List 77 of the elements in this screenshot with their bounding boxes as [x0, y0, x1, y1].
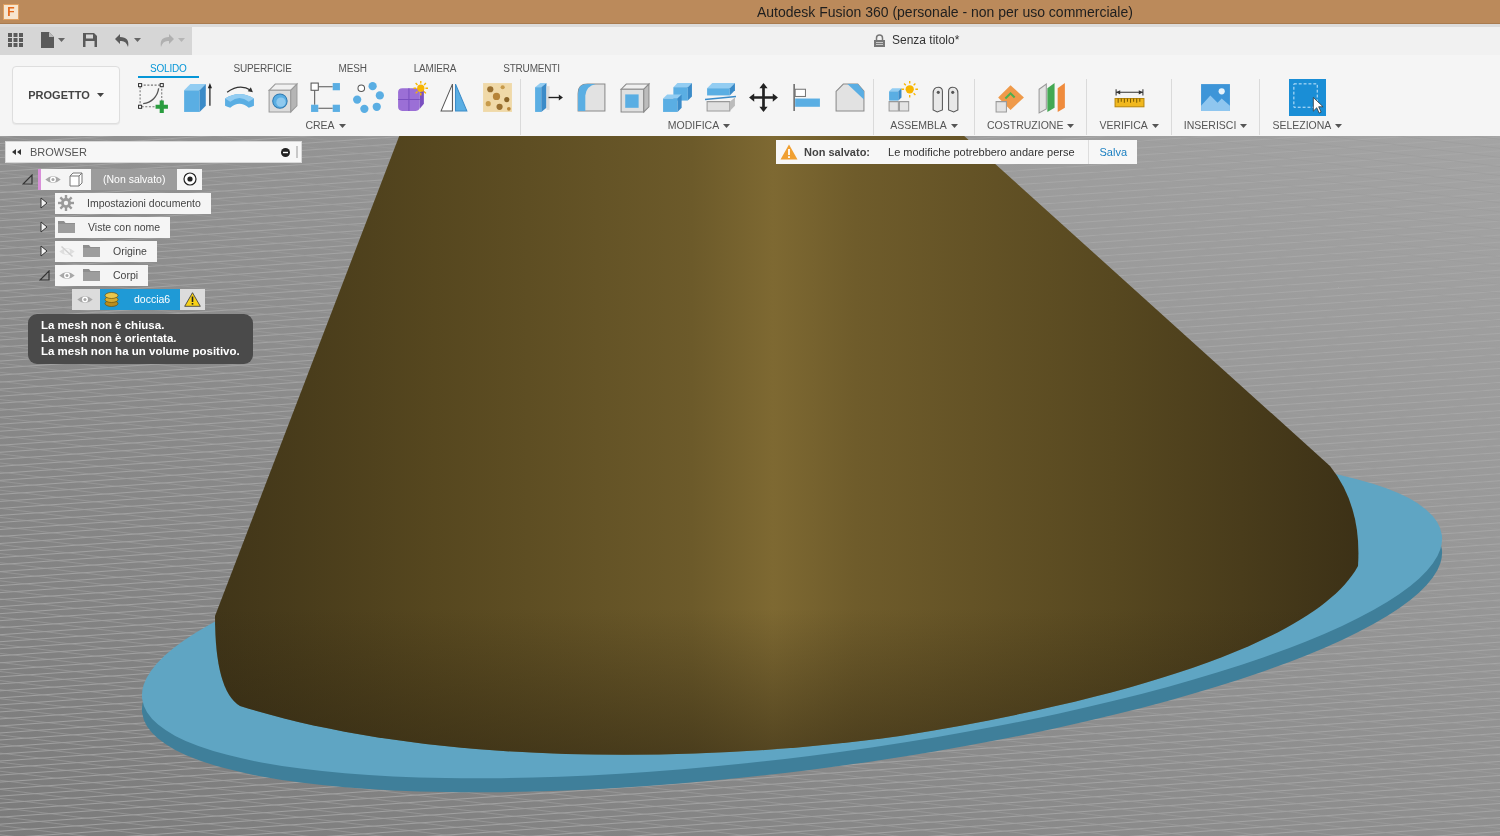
file-menu-button[interactable] — [41, 32, 65, 48]
group-menu-button[interactable]: ASSEMBLA — [890, 119, 958, 132]
document-icon — [41, 32, 54, 48]
group-menu-button[interactable]: VERIFICA — [1099, 119, 1159, 132]
hollow-box-icon[interactable] — [618, 81, 651, 114]
target-circle-icon[interactable] — [183, 172, 198, 186]
ribbon-tab[interactable]: LAMIERA — [401, 55, 469, 78]
ribbon-tab[interactable]: STRUMENTI — [491, 55, 572, 78]
save-button[interactable] — [83, 33, 97, 47]
slab-arrow-icon[interactable] — [532, 81, 565, 114]
group-menu-button[interactable]: COSTRUZIONE — [987, 119, 1075, 132]
folder-icon — [83, 269, 100, 281]
caret-icon — [178, 38, 185, 42]
ribbon-tab[interactable]: MESH — [326, 55, 379, 78]
cube-sun-icon[interactable] — [395, 81, 428, 114]
caret-icon — [1335, 123, 1343, 128]
group-menu-button[interactable]: MODIFICA — [667, 119, 731, 132]
ribbon-tab[interactable]: SUPERFICIE — [221, 55, 304, 78]
tree-item[interactable]: Viste con nome — [55, 216, 171, 238]
tree-item[interactable]: Corpi — [55, 264, 149, 286]
caret-icon — [1067, 123, 1075, 128]
dot-ring-icon[interactable] — [352, 81, 385, 114]
project-menu-button[interactable]: PROGETTO — [12, 66, 120, 124]
apps-button[interactable] — [8, 33, 23, 47]
redo-icon — [159, 33, 174, 47]
box-circle-icon[interactable] — [266, 81, 299, 114]
tree-toggle-icon[interactable] — [21, 173, 33, 185]
caret-icon — [1151, 123, 1159, 128]
cubes-sun-icon[interactable] — [886, 81, 919, 114]
tooltip-text: La mesh non è orientata. — [41, 332, 178, 345]
texture-tile-icon[interactable] — [481, 81, 514, 114]
group-menu-button[interactable]: CREA — [305, 119, 346, 132]
tooltip-text: La mesh non è chiusa. — [41, 319, 166, 332]
undo-button[interactable] — [115, 33, 141, 47]
caret-icon — [58, 38, 65, 42]
save-link[interactable]: Salva — [1087, 140, 1138, 164]
caret-icon — [723, 123, 731, 128]
notice-message: Le modifiche potrebbero andare perse — [888, 146, 1075, 158]
move-arrows-icon[interactable] — [747, 81, 780, 114]
warning-icon — [780, 144, 798, 160]
group-menu-button[interactable]: INSERISCI — [1183, 119, 1248, 132]
caret-icon — [338, 123, 346, 128]
minus-circle-icon[interactable] — [281, 147, 290, 157]
grid-icon — [8, 33, 23, 47]
caret-icon — [96, 93, 104, 97]
stacked-discs-icon — [104, 291, 119, 307]
gear-icon — [58, 195, 74, 211]
caret-icon — [1240, 123, 1248, 128]
cube-icon — [69, 171, 83, 187]
folder-icon — [58, 221, 75, 233]
caret-icon — [950, 123, 958, 128]
lock-icon — [874, 33, 885, 47]
tooltip-text: La mesh non ha un volume positivo. — [41, 345, 240, 358]
window-title: Autodesk Fusion 360 (personale - non per uso commerciale) — [757, 3, 1133, 20]
collapse-arrows-icon[interactable] — [12, 149, 21, 155]
document-title: Senza titolo* — [892, 33, 960, 47]
group-menu-button[interactable]: SELEZIONA — [1272, 119, 1343, 132]
undo-icon — [115, 33, 130, 47]
split-slab-icon[interactable] — [704, 81, 737, 114]
panel-title: BROWSER — [30, 146, 88, 158]
dashed-square-plus-icon[interactable] — [137, 81, 170, 114]
tree-toggle-icon[interactable] — [40, 221, 48, 233]
picture-icon[interactable] — [1199, 81, 1233, 114]
triangle-pair-icon[interactable] — [438, 81, 471, 114]
selection-cursor-icon[interactable] — [1288, 79, 1326, 116]
tree-toggle-icon[interactable] — [40, 197, 48, 209]
stacked-cubes-icon[interactable] — [661, 81, 694, 114]
tree-toggle-icon[interactable] — [38, 269, 50, 281]
caret-icon — [134, 38, 141, 42]
notice-label: Non salvato: — [804, 146, 870, 158]
tree-item[interactable]: Origine — [55, 240, 157, 262]
align-bars-icon[interactable] — [790, 81, 823, 114]
tree-item[interactable]: Impostazioni documento — [55, 192, 211, 214]
square-grid-icon[interactable] — [309, 81, 342, 114]
tree-toggle-icon[interactable] — [40, 245, 48, 257]
app-logo: F — [3, 3, 19, 20]
folder-icon — [83, 245, 100, 257]
